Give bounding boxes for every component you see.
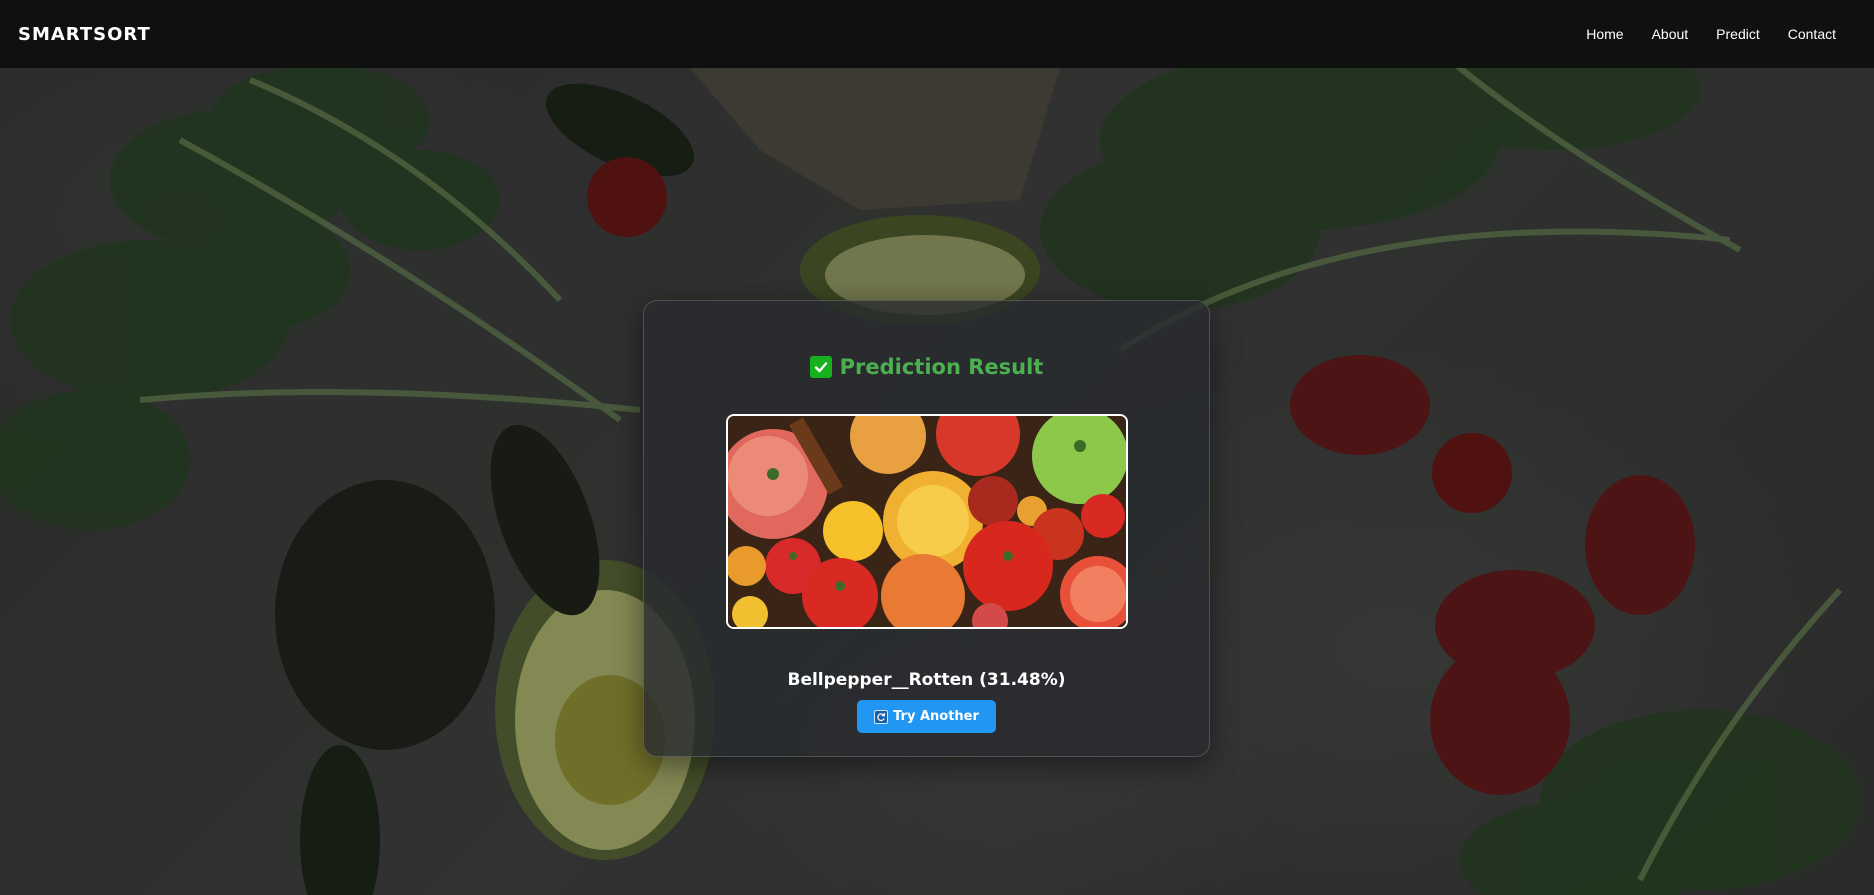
nav-link-predict[interactable]: Predict	[1716, 26, 1760, 42]
try-another-button[interactable]: Try Another	[857, 700, 996, 733]
navbar: SMARTSORT Home About Predict Contact	[0, 0, 1874, 68]
refresh-icon	[874, 709, 889, 724]
brand-logo[interactable]: SMARTSORT	[18, 24, 151, 45]
tomatoes-photo	[728, 416, 1126, 627]
card-title: Prediction Result	[644, 355, 1209, 379]
card-title-text: Prediction Result	[839, 355, 1044, 379]
prediction-result-card: Prediction Result Bellpepper__Rotten (31…	[643, 300, 1210, 757]
nav-link-contact[interactable]: Contact	[1788, 26, 1836, 42]
check-mark-icon	[809, 356, 832, 378]
nav-link-about[interactable]: About	[1652, 26, 1689, 42]
prediction-label: Bellpepper__Rotten (31.48%)	[787, 670, 1066, 690]
try-another-label: Try Another	[893, 709, 979, 724]
nav-link-home[interactable]: Home	[1586, 26, 1623, 42]
uploaded-image	[726, 414, 1128, 629]
nav-links: Home About Predict Contact	[1586, 26, 1836, 42]
